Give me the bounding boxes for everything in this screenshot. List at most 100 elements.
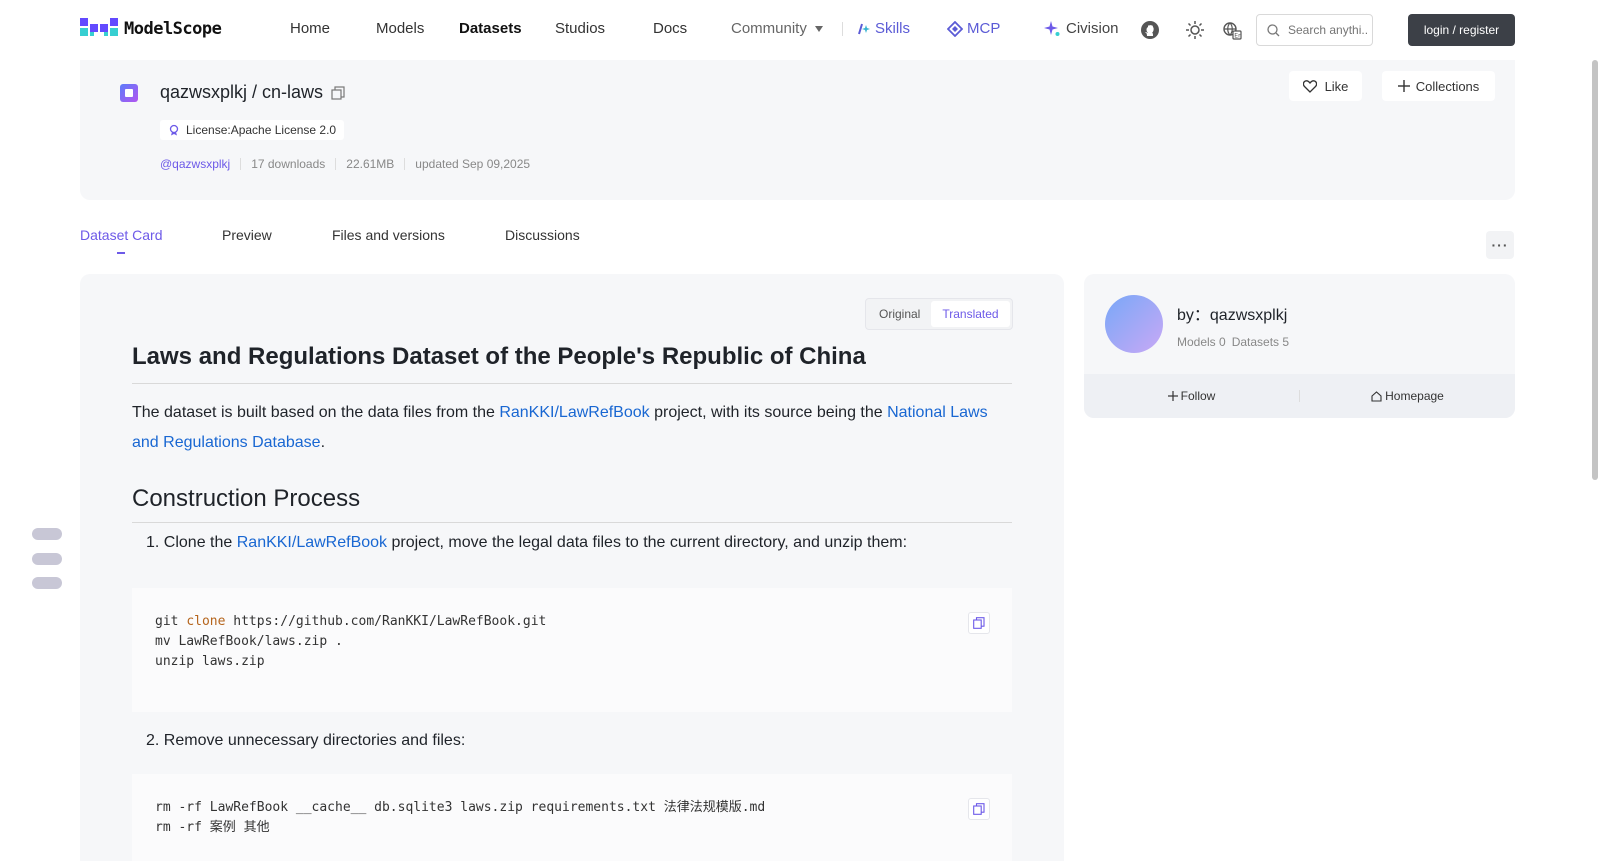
meta-divider [240,158,242,170]
nav-studios[interactable]: Studios [555,20,605,37]
plus-icon [1397,80,1410,92]
license-badge[interactable]: License:Apache License 2.0 [160,120,345,140]
dataset-size: 22.61MB [346,157,395,171]
step-number: 2. [146,732,160,749]
intro-text: project, with its source being the [649,404,888,421]
search-box[interactable] [1256,14,1373,46]
home-icon [1371,390,1382,402]
language-icon[interactable]: En [1222,20,1242,40]
tab-discussions[interactable]: Discussions [505,227,580,243]
code-text: rm -rf 案例 其他 [155,820,270,835]
license-icon [169,124,179,136]
lawrefbook-link[interactable]: RanKKI/LawRefBook [237,534,387,551]
dataset-icon [120,84,138,102]
modelscope-logo[interactable]: ModelScope [80,18,222,40]
download-count: 17 downloads [251,157,326,171]
meta-divider [404,158,406,170]
logo-mark-icon [80,18,118,40]
copy-icon [973,617,985,629]
copy-code-button[interactable] [968,798,990,820]
follow-label: Follow [1180,389,1216,403]
step-text: project, move the legal data files to th… [387,534,908,551]
nav-home[interactable]: Home [290,20,330,37]
step-text: Clone the [163,534,237,551]
more-options-button[interactable]: ··· [1486,231,1514,259]
step-text: Remove unnecessary directories and files… [163,732,466,749]
copy-code-button[interactable] [968,612,990,634]
owner-link[interactable]: @qazwsxplkj [160,157,230,171]
tab-files-and-versions[interactable]: Files and versions [332,227,445,243]
code-text: https://github.com/RanKKI/LawRefBook.git [225,614,547,629]
collections-label: Collections [1415,78,1480,94]
sparkle-icon [1044,20,1060,36]
plus-icon [1167,391,1178,401]
page-scrollbar[interactable] [1592,60,1598,480]
top-navigation-bar: ModelScope Home Models Datasets Studios … [0,0,1600,60]
theme-sun-icon[interactable] [1185,20,1205,40]
step-2: 2. Remove unnecessary directories and fi… [146,732,465,750]
lawrefbook-link[interactable]: RanKKI/LawRefBook [499,404,649,421]
chevron-down-icon [814,25,823,32]
like-label: Like [1324,78,1349,94]
author-actions: Follow Homepage [1084,374,1515,418]
tab-preview[interactable]: Preview [222,227,272,243]
nav-civision[interactable]: Civision [1044,20,1119,37]
code-keyword: clone [186,614,226,629]
section-heading: Construction Process [132,485,361,512]
license-text: License:Apache License 2.0 [186,123,337,137]
nav-community[interactable]: Community [731,20,823,37]
author-stats: Models 0 Datasets 5 [1177,335,1289,349]
code-block-remove: rm -rf LawRefBook __cache__ db.sqlite3 l… [132,774,1012,861]
nav-skills[interactable]: Skills [857,20,910,37]
skills-icon [858,23,870,34]
mcp-icon [947,20,963,37]
code-text: rm -rf LawRefBook __cache__ db.sqlite3 l… [155,800,766,815]
search-icon [1267,23,1280,36]
intro-text: The dataset is built based on the data f… [132,404,500,421]
nav-civision-label: Civision [1066,20,1119,37]
nav-mcp[interactable]: MCP [947,20,1000,37]
search-input[interactable] [1288,23,1368,37]
heading-divider [132,383,1012,384]
dataset-title-row: qazwsxplkj / cn-laws [160,82,345,103]
code-text: mv LawRefBook/laws.zip . [155,634,343,649]
code-text: unzip laws.zip [155,654,265,669]
nav-mcp-label: MCP [967,20,1001,37]
step-1: 1. Clone the RanKKI/LawRefBook project, … [146,534,907,552]
toggle-original[interactable]: Original [868,301,931,327]
meta-divider [335,158,337,170]
nav-datasets[interactable]: Datasets [459,20,522,37]
author-name[interactable]: by：qazwsxplkj [1177,301,1287,325]
author-card: by：qazwsxplkj Models 0 Datasets 5 Follow… [1084,274,1515,418]
homepage-button[interactable]: Homepage [1300,389,1515,403]
language-toggle: Original Translated [865,298,1013,330]
avatar[interactable] [1105,295,1163,353]
dataset-meta: @qazwsxplkj 17 downloads 22.61MB updated… [160,157,530,171]
nav-skills-label: Skills [875,20,911,37]
dataset-header-card: qazwsxplkj / cn-laws License:Apache Lice… [80,60,1515,200]
side-panel-toggle[interactable] [32,577,62,589]
toggle-translated[interactable]: Translated [931,301,1010,327]
side-panel-toggle[interactable] [32,528,62,540]
collections-button[interactable]: Collections [1382,71,1495,101]
copy-icon[interactable] [331,85,345,100]
side-panel-toggle[interactable] [32,553,62,565]
github-icon[interactable] [1140,20,1160,40]
author-datasets-count: Datasets 5 [1231,335,1290,349]
like-button[interactable]: Like [1289,71,1362,101]
login-register-button[interactable]: login / register [1408,14,1515,46]
active-tab-indicator [117,252,125,254]
intro-text: . [320,434,326,451]
intro-paragraph: The dataset is built based on the data f… [132,398,1012,458]
step-number: 1. [146,534,160,551]
nav-docs[interactable]: Docs [653,20,687,37]
logo-text: ModelScope [124,19,222,39]
updated-date: updated Sep 09,2025 [415,157,531,171]
nav-models[interactable]: Models [376,20,424,37]
author-models-count: Models 0 [1177,335,1226,349]
ellipsis-icon: ··· [1491,237,1509,253]
nav-community-label: Community [731,20,807,37]
tab-dataset-card[interactable]: Dataset Card [80,227,162,243]
dataset-card-content: Original Translated Laws and Regulations… [80,274,1064,861]
follow-button[interactable]: Follow [1084,389,1299,403]
